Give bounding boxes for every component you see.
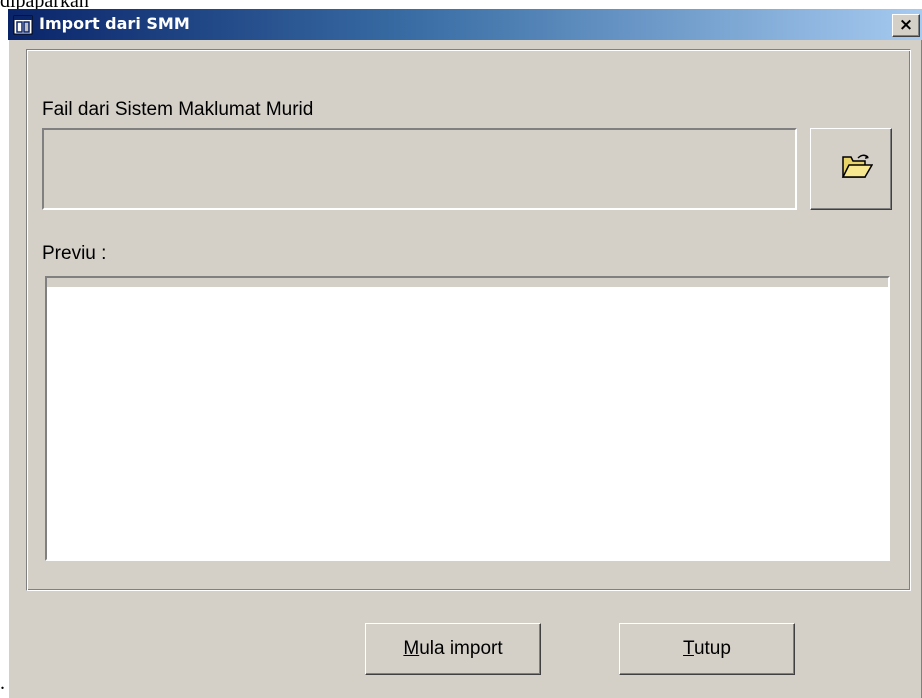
preview-area[interactable] — [45, 276, 890, 561]
close-button[interactable]: Tutup — [619, 623, 795, 675]
file-path-field[interactable] — [42, 128, 797, 210]
close-mnemonic: T — [683, 638, 694, 659]
close-window-button[interactable]: × — [892, 14, 920, 37]
start-import-button[interactable]: Mula import — [365, 623, 541, 675]
file-label: Fail dari Sistem Maklumat Murid — [42, 99, 314, 120]
start-import-label: ula import — [419, 638, 503, 659]
preview-label: Previu : — [42, 243, 107, 264]
open-folder-icon — [841, 154, 873, 178]
background-dot: . — [0, 672, 5, 694]
start-import-mnemonic: M — [403, 638, 420, 659]
title-bar[interactable]: Import dari SMM × — [8, 9, 922, 40]
close-label: utup — [693, 638, 731, 659]
import-dialog: Import dari SMM × Fail dari Sistem Maklu… — [8, 9, 922, 698]
app-window-icon — [13, 15, 33, 35]
window-title: Import dari SMM — [39, 14, 190, 33]
browse-button[interactable] — [810, 128, 892, 210]
